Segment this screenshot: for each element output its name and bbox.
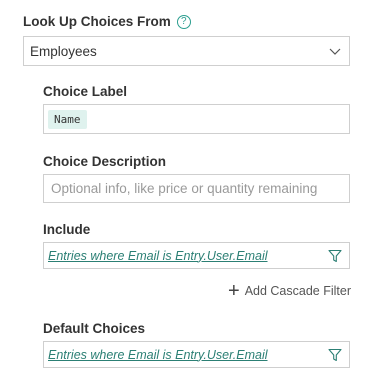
- name-token[interactable]: Name: [48, 109, 87, 129]
- lookup-label-row: Look Up Choices From ?: [23, 14, 191, 29]
- add-cascade-filter-button[interactable]: + Add Cascade Filter: [228, 281, 351, 301]
- filter-icon[interactable]: [328, 249, 342, 263]
- include-filter-field[interactable]: Entries where Email is Entry.User.Email: [43, 242, 350, 269]
- default-choices-filter-link[interactable]: Entries where Email is Entry.User.Email: [44, 348, 268, 362]
- lookup-selected-value: Employees: [30, 43, 97, 59]
- include-heading: Include: [43, 222, 91, 237]
- choice-description-placeholder: Optional info, like price or quantity re…: [51, 181, 318, 196]
- chevron-down-icon: [329, 48, 341, 55]
- plus-icon: +: [228, 280, 240, 302]
- choice-description-input[interactable]: Optional info, like price or quantity re…: [43, 174, 350, 203]
- default-choices-heading: Default Choices: [43, 321, 146, 336]
- lookup-select[interactable]: Employees: [23, 36, 350, 66]
- include-filter-link[interactable]: Entries where Email is Entry.User.Email: [44, 249, 268, 263]
- lookup-label: Look Up Choices From: [23, 14, 171, 29]
- choice-label-field[interactable]: Name: [43, 104, 350, 134]
- help-icon[interactable]: ?: [176, 14, 191, 29]
- choice-description-heading: Choice Description: [43, 154, 167, 169]
- choice-label-heading: Choice Label: [43, 84, 128, 99]
- default-choices-filter-field[interactable]: Entries where Email is Entry.User.Email: [43, 341, 350, 368]
- filter-icon[interactable]: [328, 348, 342, 362]
- add-cascade-filter-label: Add Cascade Filter: [244, 284, 351, 298]
